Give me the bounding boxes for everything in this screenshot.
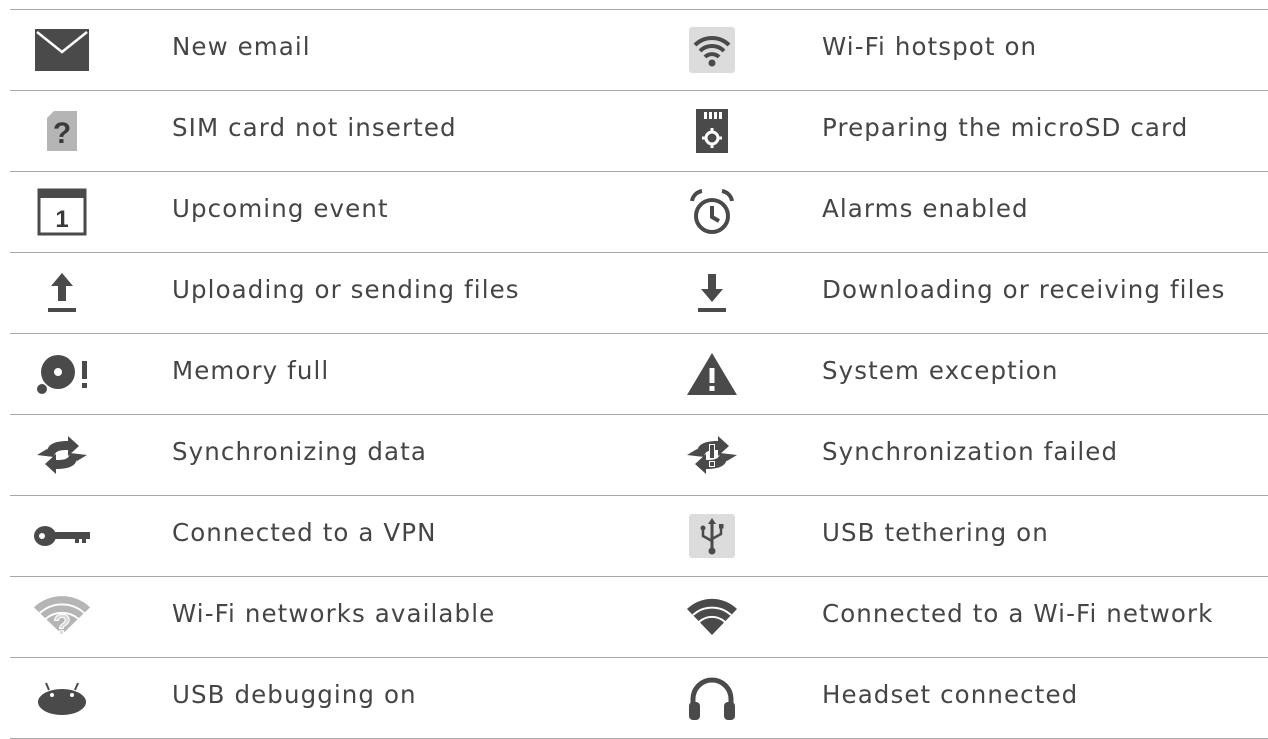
- email-icon: [32, 24, 92, 76]
- table-row: Synchronizing data Synchronization faile…: [10, 415, 1268, 496]
- table-cell: System exception: [660, 334, 1268, 414]
- table-row: USB debugging on Headset connected: [10, 658, 1268, 739]
- row-label: Synchronizing data: [172, 437, 427, 467]
- svg-text:?: ?: [53, 117, 71, 150]
- row-label: Downloading or receiving files: [822, 275, 1226, 305]
- alarm-icon: [682, 186, 742, 238]
- row-label: Uploading or sending files: [172, 275, 520, 305]
- table-cell: Synchronization failed: [660, 415, 1268, 495]
- table-cell: Synchronizing data: [10, 415, 660, 495]
- table-row: Connected to a VPN USB tethering on: [10, 496, 1268, 577]
- warning-icon: [682, 348, 742, 400]
- table-row: 1 Upcoming event Alarms enabled: [10, 172, 1268, 253]
- table-cell: ? SIM card not inserted: [10, 91, 660, 171]
- row-label: Connected to a Wi-Fi network: [822, 599, 1214, 629]
- download-icon: [682, 267, 742, 319]
- headset-icon: [682, 672, 742, 724]
- upload-icon: [32, 267, 92, 319]
- row-label: Headset connected: [822, 680, 1079, 710]
- sim-missing-icon: ?: [32, 105, 92, 157]
- vpn-key-icon: [32, 510, 92, 562]
- table-cell: 1 Upcoming event: [10, 172, 660, 252]
- table-cell: Wi-Fi hotspot on: [660, 10, 1268, 90]
- row-label: Memory full: [172, 356, 330, 386]
- row-label: Upcoming event: [172, 194, 389, 224]
- table-cell: Uploading or sending files: [10, 253, 660, 333]
- row-label: SIM card not inserted: [172, 113, 457, 143]
- table-row: ? Wi-Fi networks available Connected to …: [10, 577, 1268, 658]
- row-label: USB debugging on: [172, 680, 417, 710]
- row-label: Alarms enabled: [822, 194, 1029, 224]
- table-cell: USB debugging on: [10, 658, 660, 738]
- row-label: Wi-Fi hotspot on: [822, 32, 1038, 62]
- microsd-icon: [682, 105, 742, 157]
- svg-text:?: ?: [53, 609, 71, 639]
- table-row: ? SIM card not inserted Preparing the mi…: [10, 91, 1268, 172]
- row-label: New email: [172, 32, 311, 62]
- table-cell: New email: [10, 10, 660, 90]
- table-row: Uploading or sending files Downloading o…: [10, 253, 1268, 334]
- wifi-hotspot-icon: [682, 24, 742, 76]
- row-label: Synchronization failed: [822, 437, 1119, 467]
- wifi-available-icon: ?: [32, 591, 92, 643]
- table-row: Memory full System exception: [10, 334, 1268, 415]
- table-cell: ? Wi-Fi networks available: [10, 577, 660, 657]
- table-row: New email Wi-Fi hotspot on: [10, 10, 1268, 91]
- table-cell: Connected to a VPN: [10, 496, 660, 576]
- calendar-icon: 1: [32, 186, 92, 238]
- table-cell: USB tethering on: [660, 496, 1268, 576]
- row-label: Connected to a VPN: [172, 518, 437, 548]
- table-cell: Connected to a Wi-Fi network: [660, 577, 1268, 657]
- table-cell: Alarms enabled: [660, 172, 1268, 252]
- usb-tether-icon: [682, 510, 742, 562]
- sync-failed-icon: [682, 429, 742, 481]
- table-cell: Downloading or receiving files: [660, 253, 1268, 333]
- row-label: Preparing the microSD card: [822, 113, 1189, 143]
- sync-icon: [32, 429, 92, 481]
- table-cell: Preparing the microSD card: [660, 91, 1268, 171]
- notification-icon-table: New email Wi-Fi hotspot on ? SIM card no…: [10, 9, 1268, 739]
- wifi-connected-icon: [682, 591, 742, 643]
- row-label: System exception: [822, 356, 1059, 386]
- memory-full-icon: [32, 348, 92, 400]
- row-label: Wi-Fi networks available: [172, 599, 496, 629]
- usb-debug-icon: [32, 672, 92, 724]
- row-label: USB tethering on: [822, 518, 1049, 548]
- table-cell: Memory full: [10, 334, 660, 414]
- table-cell: Headset connected: [660, 658, 1268, 738]
- calendar-number: 1: [55, 206, 68, 233]
